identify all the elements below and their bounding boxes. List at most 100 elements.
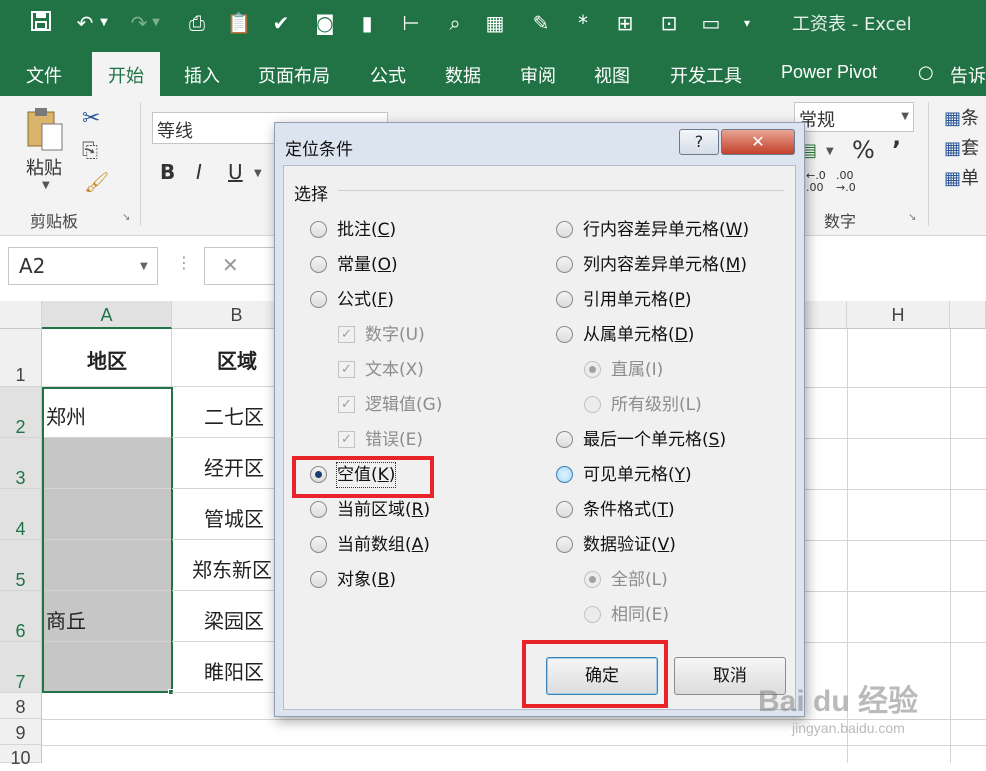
dialog-title: 定位条件 bbox=[285, 140, 353, 160]
italic-button[interactable]: I bbox=[196, 160, 202, 184]
paste-button-label[interactable]: 粘贴 bbox=[26, 154, 62, 180]
calculator-icon[interactable]: ▦ bbox=[482, 10, 508, 36]
increase-decimal-button[interactable]: ←.0 .00 bbox=[806, 170, 826, 194]
dialog-launcher-icon[interactable]: ↘ bbox=[122, 212, 130, 223]
row-header-2[interactable]: 2 bbox=[0, 387, 42, 438]
tab-file[interactable]: 文件 bbox=[26, 62, 62, 88]
option-label: 逻辑值(G) bbox=[365, 395, 443, 415]
row-header-8[interactable]: 8 bbox=[0, 693, 42, 719]
option-label: 批注(C) bbox=[337, 220, 397, 240]
window-icon[interactable]: ▭ bbox=[698, 10, 724, 36]
copy-icon[interactable]: ⎘ bbox=[82, 138, 98, 162]
row-header-1[interactable]: 1 bbox=[0, 329, 42, 387]
row-header-3[interactable]: 3 bbox=[0, 438, 42, 489]
checkbox-icon: ✓ bbox=[338, 396, 355, 413]
currency-dropdown-icon[interactable]: ▼ bbox=[826, 146, 834, 157]
format-table-button[interactable]: ▦套 bbox=[944, 134, 979, 160]
cell-b5-text: 郑东新区 bbox=[192, 558, 272, 582]
radio-icon bbox=[310, 536, 327, 553]
format-painter-icon[interactable]: 🖌 bbox=[84, 170, 109, 194]
redo-dropdown-icon: ▼ bbox=[152, 17, 160, 28]
percent-button[interactable]: % bbox=[852, 136, 875, 164]
save-icon[interactable] bbox=[28, 10, 54, 36]
option-dependents[interactable]: 从属单元格(D) bbox=[556, 323, 786, 347]
column-header-a[interactable]: A bbox=[42, 301, 172, 329]
cancel-edit-icon[interactable]: ✕ bbox=[222, 253, 239, 277]
cell-styles-button[interactable]: ▦单 bbox=[944, 164, 979, 190]
tab-home[interactable]: 开始 bbox=[92, 52, 160, 96]
format-table-icon: ▦ bbox=[944, 138, 962, 159]
tab-page-layout[interactable]: 页面布局 bbox=[258, 62, 330, 88]
watermark-logo: Bai du 经验 bbox=[758, 685, 919, 718]
column-header-g[interactable] bbox=[805, 301, 847, 329]
column-header-i[interactable] bbox=[950, 301, 986, 329]
option-comments[interactable]: 批注(C) bbox=[310, 218, 510, 242]
tab-data[interactable]: 数据 bbox=[445, 62, 481, 88]
name-box[interactable]: A2 bbox=[8, 247, 158, 285]
tab-tell-me[interactable]: 告诉 bbox=[950, 62, 986, 88]
option-last-cell[interactable]: 最后一个单元格(S) bbox=[556, 428, 786, 452]
undo-icon[interactable]: ↶ bbox=[72, 10, 98, 36]
name-box-dropdown-icon[interactable]: ▼ bbox=[140, 261, 148, 272]
tab-insert[interactable]: 插入 bbox=[184, 62, 220, 88]
chart-icon[interactable]: ▮ bbox=[354, 10, 380, 36]
tab-review[interactable]: 审阅 bbox=[520, 62, 556, 88]
radio-icon bbox=[556, 431, 573, 448]
paste-icon[interactable] bbox=[24, 106, 66, 152]
option-current-region[interactable]: 当前区域(R) bbox=[310, 498, 510, 522]
bold-button[interactable]: B bbox=[160, 160, 175, 184]
number-format-box[interactable]: 常规 ▼ bbox=[794, 102, 914, 132]
option-precedents[interactable]: 引用单元格(P) bbox=[556, 288, 786, 312]
close-button[interactable]: ✕ bbox=[721, 129, 795, 155]
checkbox-icon: ✓ bbox=[338, 431, 355, 448]
option-constants[interactable]: 常量(O) bbox=[310, 253, 510, 277]
customize-qat-icon[interactable]: ▾ bbox=[740, 10, 754, 36]
option-objects[interactable]: 对象(B) bbox=[310, 568, 510, 592]
row-header-9[interactable]: 9 bbox=[0, 719, 42, 745]
comma-button[interactable]: ’ bbox=[892, 136, 901, 164]
column-width-icon[interactable]: ⊢ bbox=[398, 10, 424, 36]
radio-icon bbox=[310, 571, 327, 588]
option-conditional-formats[interactable]: 条件格式(T) bbox=[556, 498, 786, 522]
number-format-dropdown-icon: ▼ bbox=[901, 111, 909, 122]
option-row-differences[interactable]: 行内容差异单元格(W) bbox=[556, 218, 786, 242]
option-formulas[interactable]: 公式(F) bbox=[310, 288, 510, 312]
conditional-format-button[interactable]: ▦条 bbox=[944, 104, 979, 130]
option-current-array[interactable]: 当前数组(A) bbox=[310, 533, 510, 557]
tab-formulas[interactable]: 公式 bbox=[370, 62, 406, 88]
print-preview-icon[interactable]: ⎙ bbox=[184, 10, 210, 36]
row-header-5[interactable]: 5 bbox=[0, 540, 42, 591]
underline-button[interactable]: U bbox=[228, 160, 243, 184]
row-header-6[interactable]: 6 bbox=[0, 591, 42, 642]
baidu-watermark: Bai du 经验 jingyan.baidu.com bbox=[758, 676, 978, 746]
asterisk-icon[interactable]: * bbox=[570, 10, 596, 36]
decrease-decimal-button[interactable]: .00 →.0 bbox=[836, 170, 856, 194]
edit-icon[interactable]: ✎ bbox=[528, 10, 554, 36]
option-data-validation[interactable]: 数据验证(V) bbox=[556, 533, 786, 557]
row-header-4[interactable]: 4 bbox=[0, 489, 42, 540]
row-header-10[interactable]: 10 bbox=[0, 745, 42, 768]
paste-dropdown-icon[interactable]: ▼ bbox=[42, 180, 50, 191]
tab-developer[interactable]: 开发工具 bbox=[670, 62, 742, 88]
help-button[interactable]: ? bbox=[679, 129, 719, 155]
select-grid-icon[interactable]: ⊡ bbox=[656, 10, 682, 36]
option-all-levels: 所有级别(L) bbox=[584, 393, 784, 417]
cut-icon[interactable]: ✂ bbox=[82, 106, 100, 131]
check-doc-icon[interactable]: ✔ bbox=[268, 10, 294, 36]
option-column-differences[interactable]: 列内容差异单元格(M) bbox=[556, 253, 786, 277]
find-icon[interactable]: ⌕ bbox=[442, 10, 468, 36]
select-all-corner[interactable] bbox=[0, 301, 42, 329]
camera-icon[interactable]: ◙ bbox=[312, 10, 338, 36]
column-header-h[interactable]: H bbox=[847, 301, 950, 329]
option-visible-cells[interactable]: 可见单元格(Y) bbox=[556, 463, 786, 487]
row-header-7[interactable]: 7 bbox=[0, 642, 42, 693]
cell-styles-label: 单 bbox=[961, 168, 980, 189]
dialog-launcher-icon[interactable]: ↘ bbox=[908, 212, 916, 223]
tab-view[interactable]: 视图 bbox=[594, 62, 630, 88]
underline-dropdown-icon[interactable]: ▼ bbox=[254, 168, 262, 179]
undo-dropdown-icon[interactable]: ▼ bbox=[98, 10, 110, 36]
cell-a1[interactable]: 地区 bbox=[42, 329, 172, 387]
tab-power-pivot[interactable]: Power Pivot bbox=[781, 62, 877, 83]
formula-edit-area[interactable] bbox=[204, 247, 274, 285]
borders-icon[interactable]: ⊞ bbox=[612, 10, 638, 36]
